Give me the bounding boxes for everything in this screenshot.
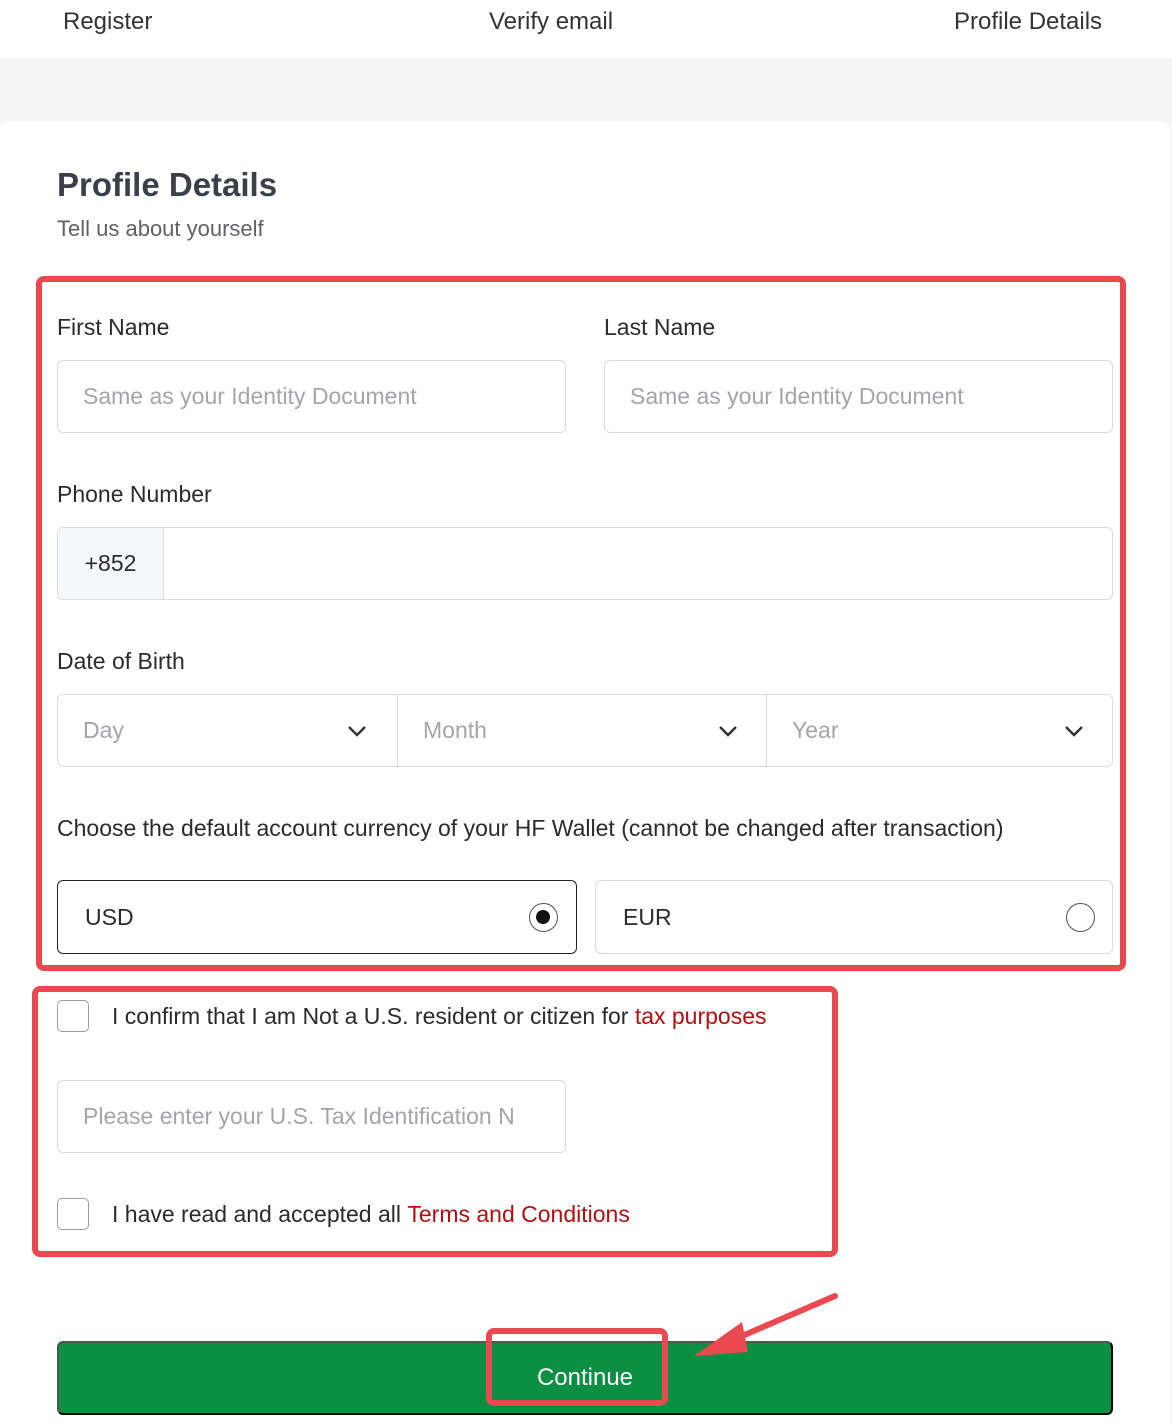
tax-id-input[interactable]: Please enter your U.S. Tax Identificatio… [57, 1080, 566, 1153]
dob-month-select[interactable]: Month [397, 695, 766, 766]
currency-option-label: USD [85, 903, 134, 930]
terms-text: I have read and accepted all [112, 1200, 401, 1227]
stepper: Register Verify email Profile Details [0, 0, 1172, 58]
step-register[interactable]: Register [63, 8, 152, 36]
page-subtitle: Tell us about yourself [57, 216, 264, 241]
dob-day-placeholder: Day [83, 717, 124, 743]
chevron-down-icon [1065, 726, 1083, 737]
currency-option-label: EUR [623, 903, 672, 930]
radio-selected-icon[interactable] [529, 903, 558, 932]
phone-field: +852 [57, 527, 1113, 600]
currency-option-eur[interactable]: EUR [595, 880, 1113, 954]
last-name-label: Last Name [604, 314, 716, 340]
first-name-placeholder: Same as your Identity Document [83, 383, 417, 409]
chevron-down-icon [719, 726, 737, 737]
continue-button[interactable]: Continue [57, 1341, 1113, 1415]
radio-unselected-icon[interactable] [1066, 903, 1095, 932]
continue-label: Continue [536, 1364, 634, 1391]
step-profile-details[interactable]: Profile Details [954, 8, 1102, 36]
page-title: Profile Details [57, 166, 278, 203]
phone-label: Phone Number [57, 481, 212, 507]
tax-confirm-row: I confirm that I am Not a U.S. resident … [57, 1000, 767, 1032]
terms-row: I have read and accepted all Terms and C… [57, 1198, 630, 1230]
last-name-input[interactable]: Same as your Identity Document [604, 360, 1113, 433]
chevron-down-icon [348, 726, 366, 737]
dob-year-placeholder: Year [792, 717, 839, 743]
dob-label: Date of Birth [57, 648, 185, 674]
dob-month-placeholder: Month [423, 717, 487, 743]
tax-id-placeholder: Please enter your U.S. Tax Identificatio… [83, 1103, 515, 1129]
dob-year-select[interactable]: Year [766, 695, 1112, 766]
tax-confirm-checkbox[interactable] [57, 1000, 89, 1032]
dob-day-select[interactable]: Day [58, 695, 397, 766]
step-verify-email[interactable]: Verify email [489, 8, 613, 36]
phone-country-code[interactable]: +852 [58, 528, 164, 599]
currency-option-usd[interactable]: USD [57, 880, 577, 954]
first-name-label: First Name [57, 314, 170, 340]
annotation-arrow-icon [694, 1293, 838, 1356]
last-name-placeholder: Same as your Identity Document [630, 383, 964, 409]
tax-purposes-link[interactable]: tax purposes [635, 1003, 767, 1030]
terms-link[interactable]: Terms and Conditions [407, 1201, 629, 1228]
phone-number-input[interactable] [164, 528, 1112, 599]
terms-checkbox[interactable] [57, 1198, 89, 1230]
tax-confirm-text: I confirm that I am Not a U.S. resident … [112, 1002, 629, 1029]
first-name-input[interactable]: Same as your Identity Document [57, 360, 566, 433]
dob-field: Day Month Year [57, 694, 1113, 767]
currency-label: Choose the default account currency of y… [57, 815, 1004, 841]
